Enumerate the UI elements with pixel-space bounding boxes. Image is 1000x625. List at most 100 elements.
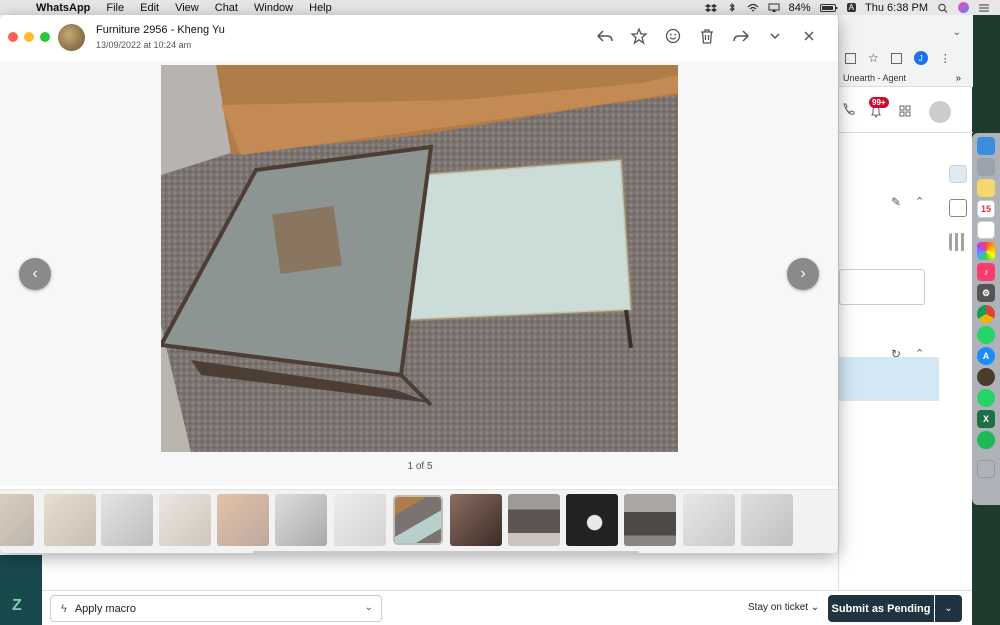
reminders-icon[interactable] <box>977 221 995 239</box>
thumbnail-current-image[interactable] <box>395 497 441 543</box>
thumbnail-image[interactable] <box>334 494 386 546</box>
trash-icon[interactable] <box>977 460 995 478</box>
previous-image-button[interactable]: ‹ <box>19 258 51 290</box>
next-image-button[interactable]: › <box>787 258 819 290</box>
stay-on-ticket-select[interactable]: Stay on ticket ⌄ <box>748 602 819 613</box>
menu-window[interactable]: Window <box>246 2 301 14</box>
thumbnail-image[interactable] <box>44 494 96 546</box>
submit-options-chevron-icon[interactable]: ⌄ <box>935 595 962 622</box>
mac-menubar: WhatsApp File Edit View Chat Window Help… <box>0 0 1000 15</box>
chevron-right-icon: › <box>800 265 806 282</box>
delete-trash-icon[interactable] <box>698 27 716 45</box>
siri-icon[interactable] <box>958 2 969 13</box>
wifi-icon[interactable] <box>747 3 759 13</box>
app-icon-dark[interactable] <box>977 368 995 386</box>
user-profile-icon[interactable] <box>949 165 967 183</box>
contact-avatar[interactable] <box>58 24 85 51</box>
chevron-down-icon[interactable]: ⌄ <box>953 27 961 38</box>
extension-icon[interactable] <box>845 52 856 64</box>
edit-pencil-icon[interactable]: ✎ <box>891 195 901 209</box>
bookmark-star-icon[interactable]: ☆ <box>868 51 879 65</box>
chrome-menu-icon[interactable]: ⋮ <box>940 52 951 65</box>
control-center-icon[interactable] <box>978 3 990 13</box>
battery-icon[interactable] <box>819 3 838 13</box>
launchpad-icon[interactable] <box>977 158 995 176</box>
user-avatar[interactable] <box>929 101 951 123</box>
submit-as-pending-button[interactable]: Submit as Pending <box>828 595 934 622</box>
ticket-side-content: ✎ ⌃ ↻ ⌃ <box>839 163 939 583</box>
apply-macro-select[interactable]: ϟ Apply macro ⌄ <box>50 595 382 622</box>
chevron-down-icon[interactable] <box>766 27 784 45</box>
thumbnail-scrollbar[interactable] <box>253 551 639 553</box>
system-preferences-icon[interactable]: ⚙ <box>977 284 995 302</box>
star-icon[interactable] <box>630 27 648 45</box>
dropbox-icon[interactable] <box>704 3 717 13</box>
side-notes-textarea[interactable] <box>839 269 925 305</box>
zendesk-right-panel: ⌄ ☆ J ⋮ Unearth - Agent » 99+ ✎ ⌃ ↻ ⌃ <box>838 15 973 590</box>
chevron-down-icon: ⌄ <box>364 602 373 613</box>
lightning-bolt-icon: ϟ <box>61 602 67 615</box>
input-source-icon[interactable]: A <box>846 3 857 12</box>
mac-dock: 15 ♪ ⚙ A X <box>972 133 1000 505</box>
menu-view[interactable]: View <box>167 2 207 14</box>
knowledge-book-icon[interactable] <box>949 199 967 217</box>
battery-percent: 84% <box>788 1 811 14</box>
phone-icon[interactable] <box>841 103 855 117</box>
menubar-clock[interactable]: Thu 6:38 PM <box>865 2 928 14</box>
thumbnail-image[interactable] <box>624 494 676 546</box>
apps-grid-icon[interactable] <box>899 105 911 117</box>
music-icon[interactable]: ♪ <box>977 263 995 281</box>
app-store-icon[interactable]: A <box>977 347 995 365</box>
chrome-icon[interactable] <box>977 305 995 323</box>
menu-chat[interactable]: Chat <box>207 2 246 14</box>
sidebar-icon[interactable] <box>890 52 902 64</box>
image-counter: 1 of 5 <box>407 461 433 472</box>
coffee-table-photo <box>161 65 678 452</box>
thumbnail-image[interactable] <box>508 494 560 546</box>
highlighted-row[interactable] <box>839 357 939 401</box>
stay-on-ticket-label: Stay on ticket <box>748 602 809 613</box>
photos-icon[interactable] <box>977 242 995 260</box>
bluetooth-icon[interactable] <box>726 2 738 13</box>
apply-macro-label: Apply macro <box>74 602 136 615</box>
spotify-icon[interactable] <box>977 431 995 449</box>
thumbnail-image[interactable] <box>450 494 502 546</box>
thumbnail-image[interactable] <box>566 494 618 546</box>
emoji-react-icon[interactable] <box>664 27 682 45</box>
thumbnail-image[interactable] <box>101 494 153 546</box>
maximize-window-button[interactable] <box>40 32 50 42</box>
whatsapp-business-icon[interactable] <box>977 389 995 407</box>
reply-icon[interactable] <box>596 27 614 45</box>
more-tabs-icon[interactable]: » <box>955 73 961 84</box>
ticket-bottom-bar: ϟ Apply macro ⌄ Stay on ticket ⌄ Submit … <box>42 590 972 625</box>
menu-edit[interactable]: Edit <box>132 2 167 14</box>
menu-help[interactable]: Help <box>301 2 340 14</box>
thumbnail-image[interactable] <box>275 494 327 546</box>
airplay-icon[interactable] <box>768 3 780 13</box>
main-photo-coffee-tables <box>161 65 678 452</box>
thumbnail-image[interactable] <box>0 494 34 546</box>
viewer-toolbar <box>596 27 818 45</box>
spotlight-search-icon[interactable] <box>937 3 949 13</box>
window-controls <box>8 32 50 42</box>
close-window-button[interactable] <box>8 32 18 42</box>
excel-icon[interactable]: X <box>977 410 995 428</box>
menu-file[interactable]: File <box>98 2 132 14</box>
forward-icon[interactable] <box>732 27 750 45</box>
finder-icon[interactable] <box>977 137 995 155</box>
minimize-window-button[interactable] <box>24 32 34 42</box>
thumbnail-image[interactable] <box>159 494 211 546</box>
collapse-chevron-icon[interactable]: ⌃ <box>915 195 924 208</box>
menu-app-name[interactable]: WhatsApp <box>28 2 98 14</box>
whatsapp-icon[interactable] <box>977 326 995 344</box>
thumbnail-image[interactable] <box>741 494 793 546</box>
close-icon[interactable] <box>800 27 818 45</box>
browser-tab-title[interactable]: Unearth - Agent <box>843 73 906 83</box>
thumbnail-image[interactable] <box>683 494 735 546</box>
thumbnail-image[interactable] <box>217 494 269 546</box>
apps-icon[interactable] <box>949 233 967 251</box>
zendesk-logo-icon[interactable]: Z <box>12 597 22 615</box>
calendar-icon[interactable]: 15 <box>977 200 995 218</box>
chrome-profile-avatar[interactable]: J <box>913 51 928 65</box>
notes-icon[interactable] <box>977 179 995 197</box>
